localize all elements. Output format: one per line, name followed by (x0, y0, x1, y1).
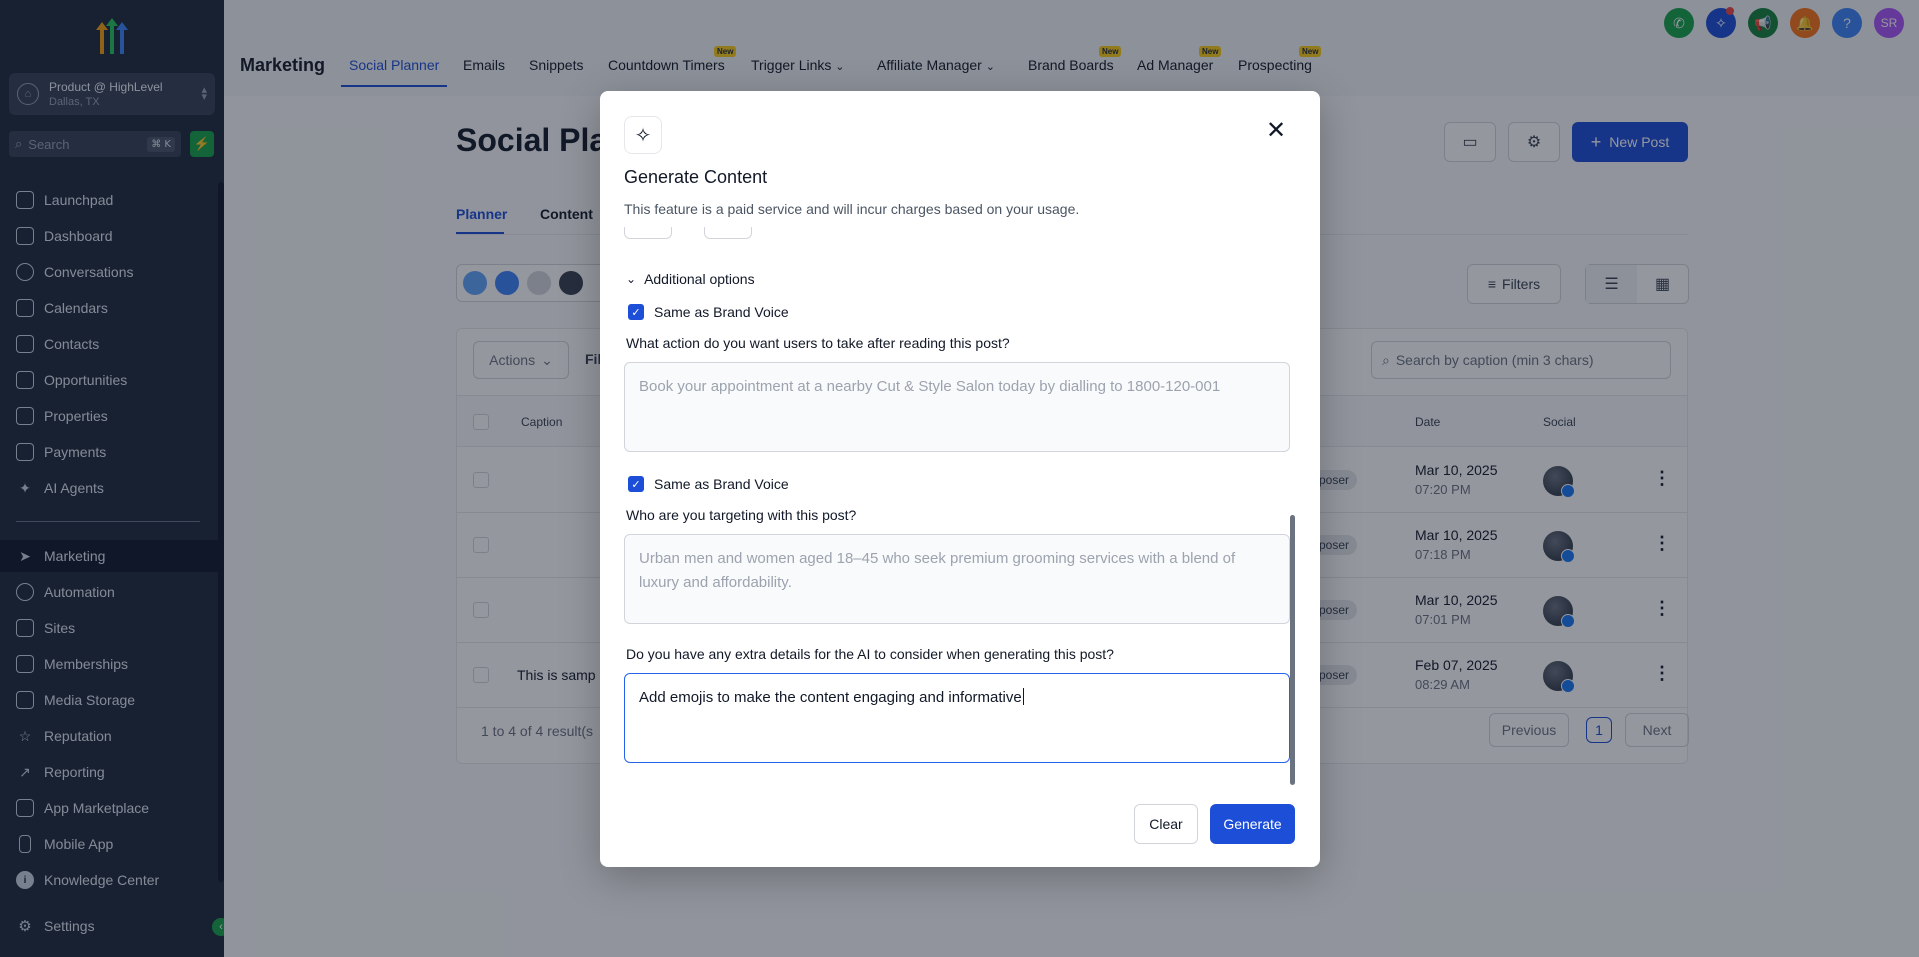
brand-voice-checkbox-cta[interactable]: ✓ Same as Brand Voice (628, 304, 789, 320)
generate-content-modal: ✧ ✕ Generate Content This feature is a p… (600, 91, 1320, 867)
additional-options-toggle[interactable]: ⌄ Additional options (626, 271, 755, 287)
modal-scrollbar[interactable] (1290, 515, 1295, 785)
audience-textarea[interactable]: Urban men and women aged 18–45 who seek … (624, 534, 1290, 624)
text-caret (1022, 688, 1024, 705)
modal-description: This feature is a paid service and will … (624, 201, 1080, 217)
extra-details-value: Add emojis to make the content engaging … (639, 689, 1022, 706)
close-icon[interactable]: ✕ (1266, 119, 1286, 143)
ai-sparkle-icon: ✧ (624, 116, 662, 154)
additional-options-label: Additional options (644, 271, 755, 287)
cta-question-label: What action do you want users to take af… (626, 335, 1010, 351)
audience-question-label: Who are you targeting with this post? (626, 507, 857, 523)
brand-voice-checkbox-audience[interactable]: ✓ Same as Brand Voice (628, 476, 789, 492)
checkmark-icon: ✓ (628, 304, 644, 320)
checkbox-label: Same as Brand Voice (654, 304, 789, 320)
generate-button[interactable]: Generate (1210, 804, 1295, 844)
extra-details-question-label: Do you have any extra details for the AI… (626, 646, 1114, 662)
checkmark-icon: ✓ (628, 476, 644, 492)
chevron-down-icon: ⌄ (626, 272, 637, 286)
cta-textarea[interactable]: Book your appointment at a nearby Cut & … (624, 362, 1290, 452)
modal-title: Generate Content (624, 167, 768, 187)
clear-button[interactable]: Clear (1134, 804, 1198, 844)
extra-details-textarea[interactable]: Add emojis to make the content engaging … (624, 673, 1290, 763)
modal-scroll-area[interactable]: ⌄ Additional options ✓ Same as Brand Voice… (600, 227, 1320, 787)
checkbox-label: Same as Brand Voice (654, 476, 789, 492)
option-field-stub[interactable] (624, 227, 672, 239)
option-field-stub[interactable] (704, 227, 752, 239)
